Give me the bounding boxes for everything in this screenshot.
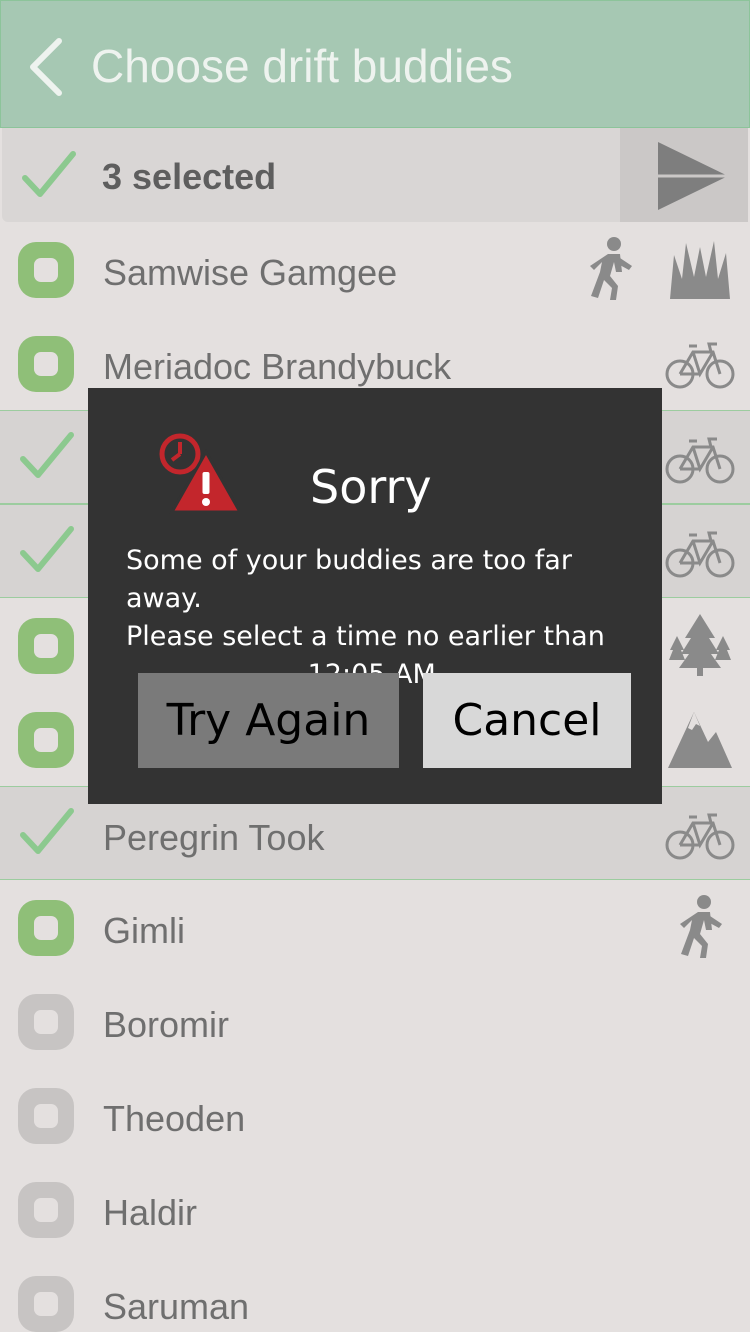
- check-icon: [20, 808, 74, 854]
- dialog-message-line2: Please select a time no earlier than: [126, 621, 605, 652]
- activity-icons: [664, 702, 736, 776]
- buddy-row[interactable]: Boromir: [0, 974, 750, 1068]
- bicycle-icon: [664, 516, 736, 588]
- selected-count: 3 selected: [102, 156, 277, 197]
- send-icon: [658, 142, 728, 210]
- dialog-message-line1: Some of your buddies are too far away.: [126, 545, 572, 614]
- checkbox[interactable]: [18, 1182, 74, 1238]
- checkbox[interactable]: [18, 994, 74, 1050]
- walker-icon: [664, 891, 736, 963]
- bicycle-icon: [664, 798, 736, 870]
- buddy-name: Peregrin Took: [103, 817, 325, 858]
- check-icon: [20, 432, 74, 478]
- activity-icons: [664, 797, 736, 871]
- bicycle-icon: [664, 327, 736, 399]
- dialog-title: Sorry: [310, 460, 432, 514]
- buddy-row[interactable]: Gimli: [0, 880, 750, 974]
- checkbox[interactable]: [18, 336, 74, 392]
- checkbox[interactable]: [18, 618, 74, 674]
- clock-warning-icon: [159, 433, 240, 514]
- error-dialog: Sorry Some of your buddies are too far a…: [88, 388, 662, 804]
- cancel-button[interactable]: Cancel: [423, 673, 631, 768]
- buddy-row[interactable]: Samwise Gamgee: [0, 222, 750, 316]
- selection-bar: 3 selected: [2, 128, 748, 222]
- activity-icons: [664, 890, 736, 964]
- buddy-name: Haldir: [103, 1192, 198, 1233]
- dialog-message: Some of your buddies are too far away. P…: [126, 542, 646, 694]
- activity-icons: [664, 326, 736, 400]
- activity-icons: [664, 421, 736, 495]
- buddy-row[interactable]: Theoden: [0, 1068, 750, 1162]
- grass-icon: [664, 233, 736, 305]
- chevron-left-icon: [30, 38, 62, 96]
- app-header: Choose drift buddies: [0, 0, 750, 128]
- buddy-name: Samwise Gamgee: [103, 252, 398, 293]
- checkbox[interactable]: [18, 1088, 74, 1144]
- walker-icon: [574, 233, 646, 305]
- buddy-name: Meriadoc Brandybuck: [103, 346, 452, 387]
- try-again-button[interactable]: Try Again: [138, 673, 399, 768]
- checkbox[interactable]: [18, 900, 74, 956]
- page-title: Choose drift buddies: [91, 40, 513, 92]
- back-button[interactable]: [23, 31, 73, 101]
- checkbox[interactable]: [18, 242, 74, 298]
- buddy-row[interactable]: Saruman: [0, 1256, 750, 1332]
- activity-icons: [664, 515, 736, 589]
- trees-icon: [664, 609, 736, 681]
- buddy-name: Boromir: [103, 1004, 230, 1045]
- buddy-name: Theoden: [103, 1098, 246, 1139]
- checkbox[interactable]: [18, 712, 74, 768]
- buddy-row[interactable]: Haldir: [0, 1162, 750, 1256]
- checkbox[interactable]: [18, 1276, 74, 1332]
- mountain-icon: [664, 703, 736, 775]
- activity-icons: [574, 232, 736, 306]
- check-icon: [22, 151, 76, 197]
- check-icon: [20, 526, 74, 572]
- activity-icons: [664, 608, 736, 682]
- buddy-name: Gimli: [103, 910, 185, 951]
- send-button[interactable]: [620, 128, 748, 222]
- buddy-name: Saruman: [103, 1286, 250, 1327]
- bicycle-icon: [664, 422, 736, 494]
